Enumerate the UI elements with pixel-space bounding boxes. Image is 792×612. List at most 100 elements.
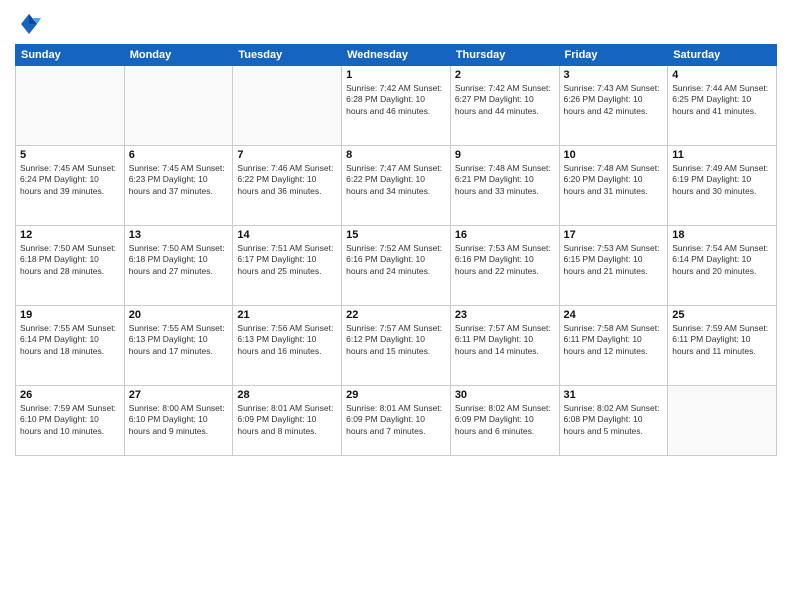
calendar-cell: 3 Sunrise: 7:43 AM Sunset: 6:26 PM Daylig… (559, 66, 668, 146)
calendar-cell: 5 Sunrise: 7:45 AM Sunset: 6:24 PM Daylig… (16, 146, 125, 226)
day-number: 4 (672, 69, 772, 81)
calendar-week-3: 19 Sunrise: 7:55 AM Sunset: 6:14 PM Dayli… (16, 306, 777, 386)
day-number: 3 (564, 69, 664, 81)
day-info: Sunrise: 7:54 AM Sunset: 6:14 PM Dayligh… (672, 243, 772, 277)
calendar-table: SundayMondayTuesdayWednesdayThursdayFrid… (15, 44, 777, 456)
calendar-cell: 8 Sunrise: 7:47 AM Sunset: 6:22 PM Daylig… (342, 146, 451, 226)
day-number: 1 (346, 69, 446, 81)
calendar-cell: 9 Sunrise: 7:48 AM Sunset: 6:21 PM Daylig… (450, 146, 559, 226)
day-number: 19 (20, 309, 120, 321)
day-number: 7 (237, 149, 337, 161)
day-number: 28 (237, 389, 337, 401)
calendar-cell: 17 Sunrise: 7:53 AM Sunset: 6:15 PM Dayli… (559, 226, 668, 306)
calendar-cell: 2 Sunrise: 7:42 AM Sunset: 6:27 PM Daylig… (450, 66, 559, 146)
day-number: 26 (20, 389, 120, 401)
day-number: 6 (129, 149, 229, 161)
calendar-cell: 1 Sunrise: 7:42 AM Sunset: 6:28 PM Daylig… (342, 66, 451, 146)
day-number: 10 (564, 149, 664, 161)
day-number: 2 (455, 69, 555, 81)
day-number: 18 (672, 229, 772, 241)
day-info: Sunrise: 7:59 AM Sunset: 6:11 PM Dayligh… (672, 323, 772, 357)
day-number: 8 (346, 149, 446, 161)
day-number: 29 (346, 389, 446, 401)
calendar-cell: 29 Sunrise: 8:01 AM Sunset: 6:09 PM Dayli… (342, 386, 451, 456)
day-info: Sunrise: 7:43 AM Sunset: 6:26 PM Dayligh… (564, 83, 664, 117)
calendar-cell (124, 66, 233, 146)
day-info: Sunrise: 7:55 AM Sunset: 6:13 PM Dayligh… (129, 323, 229, 357)
day-number: 9 (455, 149, 555, 161)
calendar-week-0: 1 Sunrise: 7:42 AM Sunset: 6:28 PM Daylig… (16, 66, 777, 146)
day-number: 31 (564, 389, 664, 401)
day-info: Sunrise: 8:02 AM Sunset: 6:09 PM Dayligh… (455, 403, 555, 437)
calendar-cell (16, 66, 125, 146)
day-info: Sunrise: 7:55 AM Sunset: 6:14 PM Dayligh… (20, 323, 120, 357)
day-number: 14 (237, 229, 337, 241)
day-info: Sunrise: 7:45 AM Sunset: 6:23 PM Dayligh… (129, 163, 229, 197)
calendar-cell: 13 Sunrise: 7:50 AM Sunset: 6:18 PM Dayli… (124, 226, 233, 306)
day-info: Sunrise: 7:53 AM Sunset: 6:15 PM Dayligh… (564, 243, 664, 277)
calendar-week-1: 5 Sunrise: 7:45 AM Sunset: 6:24 PM Daylig… (16, 146, 777, 226)
calendar-cell: 25 Sunrise: 7:59 AM Sunset: 6:11 PM Dayli… (668, 306, 777, 386)
calendar-cell: 31Sunrise: 8:02 AM Sunset: 6:08 PM Dayli… (559, 386, 668, 456)
calendar-cell (233, 66, 342, 146)
weekday-saturday: Saturday (668, 45, 777, 66)
calendar-cell: 18 Sunrise: 7:54 AM Sunset: 6:14 PM Dayli… (668, 226, 777, 306)
day-number: 25 (672, 309, 772, 321)
day-info: Sunrise: 7:51 AM Sunset: 6:17 PM Dayligh… (237, 243, 337, 277)
day-info: Sunrise: 7:49 AM Sunset: 6:19 PM Dayligh… (672, 163, 772, 197)
day-number: 21 (237, 309, 337, 321)
day-number: 27 (129, 389, 229, 401)
calendar-cell: 14 Sunrise: 7:51 AM Sunset: 6:17 PM Dayli… (233, 226, 342, 306)
calendar-cell: 11 Sunrise: 7:49 AM Sunset: 6:19 PM Dayli… (668, 146, 777, 226)
day-number: 12 (20, 229, 120, 241)
day-info: Sunrise: 7:42 AM Sunset: 6:27 PM Dayligh… (455, 83, 555, 117)
day-number: 17 (564, 229, 664, 241)
calendar-cell: 27Sunrise: 8:00 AM Sunset: 6:10 PM Dayli… (124, 386, 233, 456)
day-info: Sunrise: 7:42 AM Sunset: 6:28 PM Dayligh… (346, 83, 446, 117)
calendar-cell: 20 Sunrise: 7:55 AM Sunset: 6:13 PM Dayli… (124, 306, 233, 386)
day-number: 11 (672, 149, 772, 161)
calendar-cell: 22Sunrise: 7:57 AM Sunset: 6:12 PM Dayli… (342, 306, 451, 386)
calendar-cell: 10Sunrise: 7:48 AM Sunset: 6:20 PM Dayli… (559, 146, 668, 226)
page-container: SundayMondayTuesdayWednesdayThursdayFrid… (0, 0, 792, 466)
day-info: Sunrise: 8:01 AM Sunset: 6:09 PM Dayligh… (346, 403, 446, 437)
calendar-cell: 4 Sunrise: 7:44 AM Sunset: 6:25 PM Daylig… (668, 66, 777, 146)
day-number: 5 (20, 149, 120, 161)
day-info: Sunrise: 7:45 AM Sunset: 6:24 PM Dayligh… (20, 163, 120, 197)
day-number: 30 (455, 389, 555, 401)
day-info: Sunrise: 7:50 AM Sunset: 6:18 PM Dayligh… (129, 243, 229, 277)
calendar-cell: 15 Sunrise: 7:52 AM Sunset: 6:16 PM Dayli… (342, 226, 451, 306)
calendar-cell: 23Sunrise: 7:57 AM Sunset: 6:11 PM Dayli… (450, 306, 559, 386)
day-info: Sunrise: 7:50 AM Sunset: 6:18 PM Dayligh… (20, 243, 120, 277)
day-info: Sunrise: 7:58 AM Sunset: 6:11 PM Dayligh… (564, 323, 664, 357)
day-number: 13 (129, 229, 229, 241)
calendar-cell (668, 386, 777, 456)
weekday-tuesday: Tuesday (233, 45, 342, 66)
day-info: Sunrise: 7:44 AM Sunset: 6:25 PM Dayligh… (672, 83, 772, 117)
calendar-cell: 7 Sunrise: 7:46 AM Sunset: 6:22 PM Daylig… (233, 146, 342, 226)
day-info: Sunrise: 7:59 AM Sunset: 6:10 PM Dayligh… (20, 403, 120, 437)
day-info: Sunrise: 7:53 AM Sunset: 6:16 PM Dayligh… (455, 243, 555, 277)
logo-icon (15, 10, 43, 38)
day-number: 15 (346, 229, 446, 241)
day-info: Sunrise: 7:47 AM Sunset: 6:22 PM Dayligh… (346, 163, 446, 197)
calendar-week-4: 26 Sunrise: 7:59 AM Sunset: 6:10 PM Dayli… (16, 386, 777, 456)
day-number: 22 (346, 309, 446, 321)
day-number: 16 (455, 229, 555, 241)
calendar-cell: 21Sunrise: 7:56 AM Sunset: 6:13 PM Dayli… (233, 306, 342, 386)
weekday-monday: Monday (124, 45, 233, 66)
weekday-thursday: Thursday (450, 45, 559, 66)
day-number: 20 (129, 309, 229, 321)
weekday-sunday: Sunday (16, 45, 125, 66)
weekday-friday: Friday (559, 45, 668, 66)
weekday-wednesday: Wednesday (342, 45, 451, 66)
calendar-cell: 28Sunrise: 8:01 AM Sunset: 6:09 PM Dayli… (233, 386, 342, 456)
day-info: Sunrise: 7:52 AM Sunset: 6:16 PM Dayligh… (346, 243, 446, 277)
calendar-cell: 30 Sunrise: 8:02 AM Sunset: 6:09 PM Dayli… (450, 386, 559, 456)
day-info: Sunrise: 7:46 AM Sunset: 6:22 PM Dayligh… (237, 163, 337, 197)
day-info: Sunrise: 7:57 AM Sunset: 6:11 PM Dayligh… (455, 323, 555, 357)
day-info: Sunrise: 7:48 AM Sunset: 6:21 PM Dayligh… (455, 163, 555, 197)
calendar-cell: 19 Sunrise: 7:55 AM Sunset: 6:14 PM Dayli… (16, 306, 125, 386)
calendar-cell: 16 Sunrise: 7:53 AM Sunset: 6:16 PM Dayli… (450, 226, 559, 306)
logo (15, 10, 47, 38)
